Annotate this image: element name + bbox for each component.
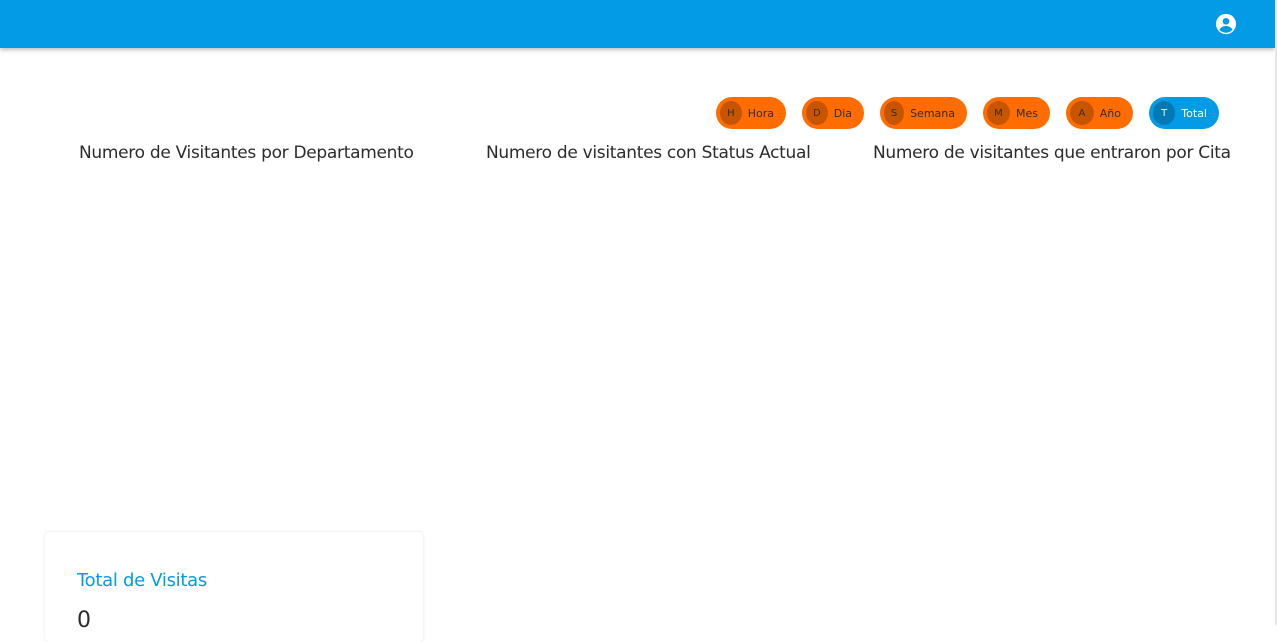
top-app-bar <box>0 0 1275 48</box>
account-button[interactable] <box>1215 13 1237 35</box>
chip-label: Mes <box>1016 106 1038 120</box>
filter-chip-mes[interactable]: M Mes <box>983 97 1050 129</box>
filter-chip-total[interactable]: T Total <box>1149 97 1219 129</box>
chip-label: Hora <box>747 106 774 120</box>
chart-title-cita: Numero de visitantes que entraron por Ci… <box>873 143 1231 163</box>
filter-chip-hora[interactable]: H Hora <box>716 97 786 129</box>
chart-title-departamento: Numero de Visitantes por Departamento <box>79 143 414 163</box>
account-circle-icon <box>1215 13 1237 35</box>
filter-chip-ano[interactable]: A Año <box>1066 97 1133 129</box>
chip-label: Dia <box>833 106 852 120</box>
chart-title-status: Numero de visitantes con Status Actual <box>486 143 811 163</box>
filter-chip-dia[interactable]: D Dia <box>802 97 864 129</box>
chip-label: Total <box>1181 106 1207 120</box>
chip-avatar: S <box>884 101 905 125</box>
total-visitas-card: Total de Visitas 0 <box>45 532 423 642</box>
total-visitas-value: 0 <box>77 608 91 633</box>
chip-avatar: M <box>987 101 1010 125</box>
chip-avatar: A <box>1070 101 1094 125</box>
chip-label: Semana <box>910 106 955 120</box>
chip-avatar: D <box>806 101 828 125</box>
total-visitas-label: Total de Visitas <box>77 570 207 591</box>
filter-chip-semana[interactable]: S Semana <box>880 97 967 129</box>
chip-avatar: H <box>720 101 742 125</box>
chip-avatar: T <box>1153 101 1176 125</box>
chip-label: Año <box>1099 106 1121 120</box>
